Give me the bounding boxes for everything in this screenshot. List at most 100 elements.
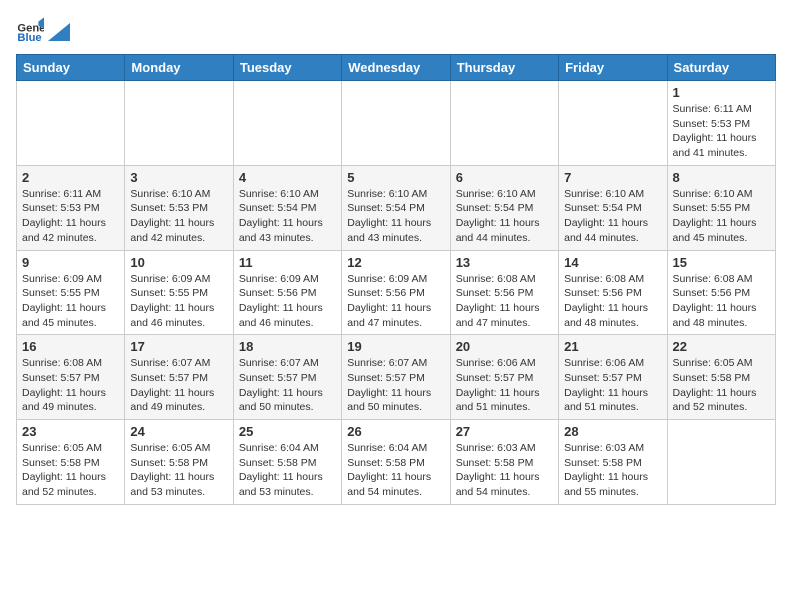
day-number: 16: [22, 339, 119, 354]
day-info: Sunrise: 6:09 AM Sunset: 5:55 PM Dayligh…: [130, 272, 227, 331]
calendar-cell: 9 Sunrise: 6:09 AM Sunset: 5:55 PM Daylig…: [17, 250, 125, 335]
weekday-header: Wednesday: [342, 55, 450, 81]
day-info: Sunrise: 6:10 AM Sunset: 5:54 PM Dayligh…: [239, 187, 336, 246]
day-number: 28: [564, 424, 661, 439]
day-number: 27: [456, 424, 553, 439]
calendar-cell: 16 Sunrise: 6:08 AM Sunset: 5:57 PM Dayli…: [17, 335, 125, 420]
day-info: Sunrise: 6:10 AM Sunset: 5:53 PM Dayligh…: [130, 187, 227, 246]
day-number: 21: [564, 339, 661, 354]
logo-icon: General Blue: [16, 16, 44, 44]
day-info: Sunrise: 6:07 AM Sunset: 5:57 PM Dayligh…: [239, 356, 336, 415]
calendar-cell: 2 Sunrise: 6:11 AM Sunset: 5:53 PM Daylig…: [17, 165, 125, 250]
calendar-cell: 6 Sunrise: 6:10 AM Sunset: 5:54 PM Daylig…: [450, 165, 558, 250]
day-info: Sunrise: 6:10 AM Sunset: 5:55 PM Dayligh…: [673, 187, 770, 246]
calendar-cell: 23 Sunrise: 6:05 AM Sunset: 5:58 PM Dayli…: [17, 420, 125, 505]
calendar-cell: 28 Sunrise: 6:03 AM Sunset: 5:58 PM Dayli…: [559, 420, 667, 505]
calendar-cell: [17, 81, 125, 166]
day-number: 15: [673, 255, 770, 270]
day-info: Sunrise: 6:10 AM Sunset: 5:54 PM Dayligh…: [564, 187, 661, 246]
weekday-header: Monday: [125, 55, 233, 81]
day-number: 8: [673, 170, 770, 185]
day-info: Sunrise: 6:09 AM Sunset: 5:56 PM Dayligh…: [347, 272, 444, 331]
day-number: 9: [22, 255, 119, 270]
day-info: Sunrise: 6:04 AM Sunset: 5:58 PM Dayligh…: [239, 441, 336, 500]
calendar-cell: 26 Sunrise: 6:04 AM Sunset: 5:58 PM Dayli…: [342, 420, 450, 505]
day-number: 25: [239, 424, 336, 439]
day-number: 12: [347, 255, 444, 270]
day-info: Sunrise: 6:03 AM Sunset: 5:58 PM Dayligh…: [564, 441, 661, 500]
calendar-week-row: 2 Sunrise: 6:11 AM Sunset: 5:53 PM Daylig…: [17, 165, 776, 250]
day-number: 5: [347, 170, 444, 185]
calendar-cell: [125, 81, 233, 166]
logo: General Blue: [16, 16, 70, 44]
day-info: Sunrise: 6:10 AM Sunset: 5:54 PM Dayligh…: [347, 187, 444, 246]
calendar-cell: 7 Sunrise: 6:10 AM Sunset: 5:54 PM Daylig…: [559, 165, 667, 250]
calendar-cell: 12 Sunrise: 6:09 AM Sunset: 5:56 PM Dayli…: [342, 250, 450, 335]
calendar-cell: 11 Sunrise: 6:09 AM Sunset: 5:56 PM Dayli…: [233, 250, 341, 335]
calendar-cell: 5 Sunrise: 6:10 AM Sunset: 5:54 PM Daylig…: [342, 165, 450, 250]
day-number: 7: [564, 170, 661, 185]
calendar-cell: 8 Sunrise: 6:10 AM Sunset: 5:55 PM Daylig…: [667, 165, 775, 250]
calendar-cell: 4 Sunrise: 6:10 AM Sunset: 5:54 PM Daylig…: [233, 165, 341, 250]
calendar-cell: [667, 420, 775, 505]
weekday-header: Tuesday: [233, 55, 341, 81]
calendar-table: SundayMondayTuesdayWednesdayThursdayFrid…: [16, 54, 776, 505]
weekday-header: Sunday: [17, 55, 125, 81]
day-info: Sunrise: 6:08 AM Sunset: 5:56 PM Dayligh…: [456, 272, 553, 331]
calendar-cell: 14 Sunrise: 6:08 AM Sunset: 5:56 PM Dayli…: [559, 250, 667, 335]
day-info: Sunrise: 6:07 AM Sunset: 5:57 PM Dayligh…: [347, 356, 444, 415]
day-info: Sunrise: 6:08 AM Sunset: 5:57 PM Dayligh…: [22, 356, 119, 415]
day-info: Sunrise: 6:07 AM Sunset: 5:57 PM Dayligh…: [130, 356, 227, 415]
calendar-cell: [559, 81, 667, 166]
day-info: Sunrise: 6:05 AM Sunset: 5:58 PM Dayligh…: [130, 441, 227, 500]
day-number: 23: [22, 424, 119, 439]
day-info: Sunrise: 6:06 AM Sunset: 5:57 PM Dayligh…: [564, 356, 661, 415]
day-info: Sunrise: 6:04 AM Sunset: 5:58 PM Dayligh…: [347, 441, 444, 500]
calendar-cell: 20 Sunrise: 6:06 AM Sunset: 5:57 PM Dayli…: [450, 335, 558, 420]
calendar-week-row: 9 Sunrise: 6:09 AM Sunset: 5:55 PM Daylig…: [17, 250, 776, 335]
day-number: 3: [130, 170, 227, 185]
calendar-cell: 27Sunrise: 6:03 AM Sunset: 5:58 PM Dayli…: [450, 420, 558, 505]
calendar-cell: [233, 81, 341, 166]
day-number: 19: [347, 339, 444, 354]
calendar-cell: 15 Sunrise: 6:08 AM Sunset: 5:56 PM Dayli…: [667, 250, 775, 335]
calendar-cell: 25 Sunrise: 6:04 AM Sunset: 5:58 PM Dayli…: [233, 420, 341, 505]
logo-triangle-icon: [48, 23, 70, 41]
day-number: 13: [456, 255, 553, 270]
day-number: 10: [130, 255, 227, 270]
day-number: 17: [130, 339, 227, 354]
day-number: 20: [456, 339, 553, 354]
day-info: Sunrise: 6:08 AM Sunset: 5:56 PM Dayligh…: [564, 272, 661, 331]
weekday-header: Saturday: [667, 55, 775, 81]
day-info: Sunrise: 6:10 AM Sunset: 5:54 PM Dayligh…: [456, 187, 553, 246]
calendar-cell: 21 Sunrise: 6:06 AM Sunset: 5:57 PM Dayli…: [559, 335, 667, 420]
day-number: 18: [239, 339, 336, 354]
calendar-cell: 24Sunrise: 6:05 AM Sunset: 5:58 PM Dayli…: [125, 420, 233, 505]
calendar-cell: 18 Sunrise: 6:07 AM Sunset: 5:57 PM Dayli…: [233, 335, 341, 420]
day-info: Sunrise: 6:05 AM Sunset: 5:58 PM Dayligh…: [22, 441, 119, 500]
day-info: Sunrise: 6:08 AM Sunset: 5:56 PM Dayligh…: [673, 272, 770, 331]
calendar-cell: 17 Sunrise: 6:07 AM Sunset: 5:57 PM Dayli…: [125, 335, 233, 420]
calendar-cell: 19 Sunrise: 6:07 AM Sunset: 5:57 PM Dayli…: [342, 335, 450, 420]
calendar-week-row: 23 Sunrise: 6:05 AM Sunset: 5:58 PM Dayli…: [17, 420, 776, 505]
day-info: Sunrise: 6:11 AM Sunset: 5:53 PM Dayligh…: [22, 187, 119, 246]
svg-text:Blue: Blue: [17, 32, 41, 44]
day-number: 11: [239, 255, 336, 270]
calendar-cell: [450, 81, 558, 166]
calendar-cell: 22Sunrise: 6:05 AM Sunset: 5:58 PM Dayli…: [667, 335, 775, 420]
day-info: Sunrise: 6:06 AM Sunset: 5:57 PM Dayligh…: [456, 356, 553, 415]
day-number: 22: [673, 339, 770, 354]
calendar-header-row: SundayMondayTuesdayWednesdayThursdayFrid…: [17, 55, 776, 81]
day-number: 1: [673, 85, 770, 100]
calendar-cell: 1Sunrise: 6:11 AM Sunset: 5:53 PM Daylig…: [667, 81, 775, 166]
day-info: Sunrise: 6:09 AM Sunset: 5:56 PM Dayligh…: [239, 272, 336, 331]
calendar-cell: 10 Sunrise: 6:09 AM Sunset: 5:55 PM Dayli…: [125, 250, 233, 335]
day-number: 6: [456, 170, 553, 185]
weekday-header: Thursday: [450, 55, 558, 81]
day-number: 2: [22, 170, 119, 185]
day-number: 14: [564, 255, 661, 270]
day-number: 4: [239, 170, 336, 185]
day-number: 26: [347, 424, 444, 439]
day-info: Sunrise: 6:09 AM Sunset: 5:55 PM Dayligh…: [22, 272, 119, 331]
weekday-header: Friday: [559, 55, 667, 81]
